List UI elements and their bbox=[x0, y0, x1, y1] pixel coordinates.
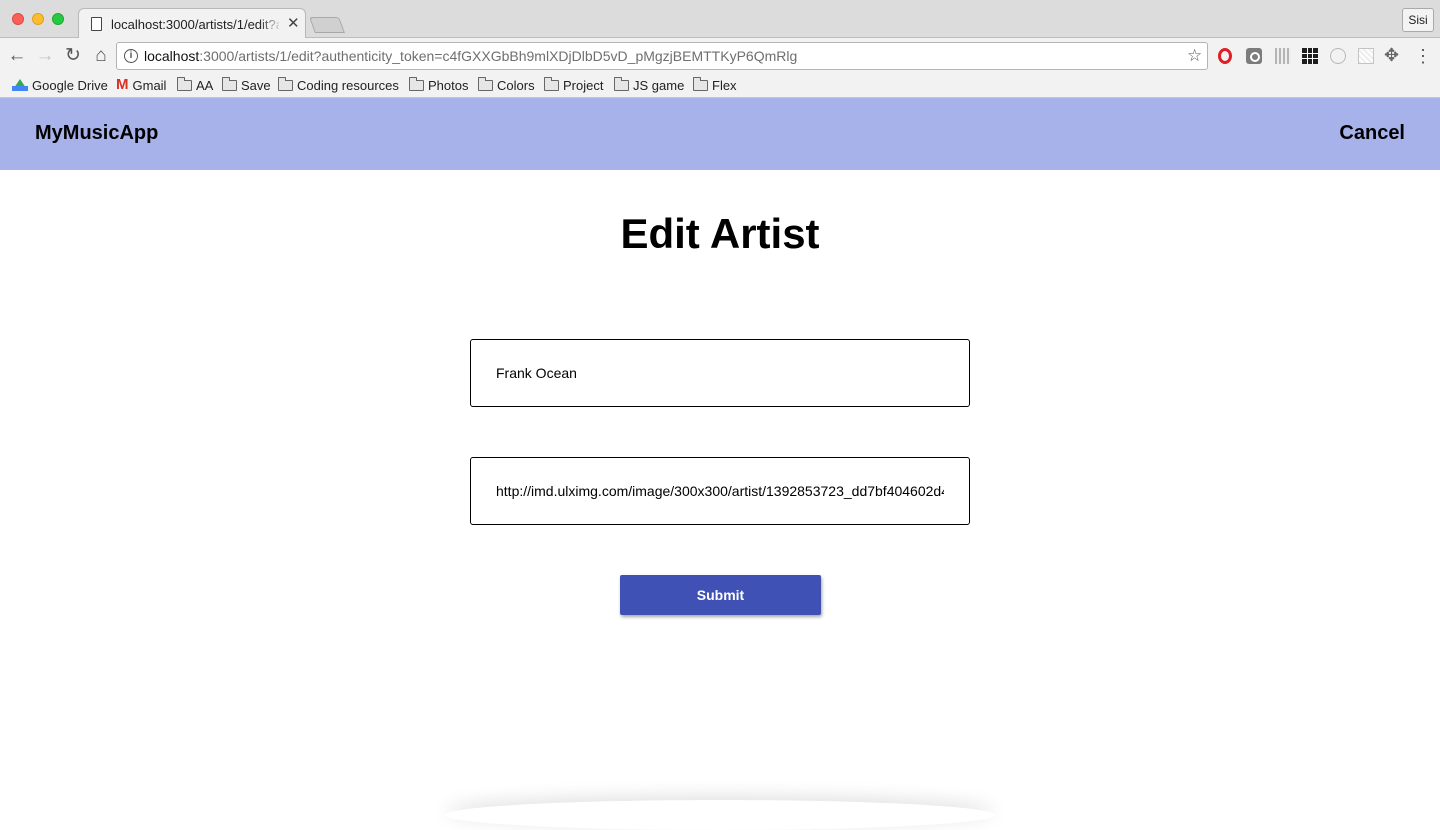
submit-button[interactable]: Submit bbox=[620, 575, 821, 615]
bookmark-flex[interactable]: Flex bbox=[693, 76, 737, 94]
page-title: Edit Artist bbox=[620, 210, 820, 257]
google-drive-icon bbox=[12, 79, 28, 91]
browser-titlebar: localhost:3000/artists/1/edit?authentici… bbox=[0, 0, 1440, 39]
maximize-window-button[interactable] bbox=[52, 13, 64, 25]
bookmark-js-game[interactable]: JS game bbox=[614, 76, 684, 94]
bookmark-save[interactable]: Save bbox=[222, 76, 271, 94]
bookmark-label: Colors bbox=[497, 77, 535, 93]
info-icon[interactable]: i bbox=[124, 49, 138, 63]
pocket-icon[interactable] bbox=[1246, 48, 1262, 64]
gmail-icon: M bbox=[116, 76, 129, 93]
bookmark-star-icon[interactable]: ☆ bbox=[1187, 46, 1202, 66]
minimize-window-button[interactable] bbox=[32, 13, 44, 25]
bottom-shadow bbox=[445, 800, 995, 830]
url-text[interactable]: localhost:3000/artists/1/edit?authentici… bbox=[144, 48, 797, 64]
folder-icon bbox=[614, 76, 629, 91]
move-icon[interactable]: ✥ bbox=[1384, 45, 1400, 65]
app-logo[interactable]: MyMusicApp bbox=[35, 122, 158, 145]
bookmark-label: Flex bbox=[712, 77, 737, 93]
bookmark-photos[interactable]: Photos bbox=[409, 76, 468, 94]
folder-icon bbox=[544, 76, 559, 91]
artist-name-input[interactable] bbox=[470, 339, 970, 407]
bookmark-label: Google Drive bbox=[32, 77, 108, 93]
bookmark-label: Save bbox=[241, 77, 271, 93]
browser-toolbar: ← → ↻ ⌂ i localhost:3000/artists/1/edit?… bbox=[0, 38, 1440, 74]
opera-icon[interactable] bbox=[1218, 48, 1232, 64]
new-tab-button[interactable] bbox=[309, 17, 345, 33]
url-host: localhost bbox=[144, 48, 200, 64]
folder-icon bbox=[222, 76, 237, 91]
reload-icon[interactable]: ↻ bbox=[62, 45, 84, 67]
browser-tab[interactable]: localhost:3000/artists/1/edit?authentici… bbox=[78, 8, 306, 39]
folder-icon bbox=[409, 76, 424, 91]
folder-icon bbox=[693, 76, 708, 91]
bookmark-aa[interactable]: AA bbox=[177, 76, 213, 94]
bookmark-label: Gmail bbox=[132, 77, 167, 93]
url-path: :3000/artists/1/edit?authenticity_token=… bbox=[199, 48, 798, 64]
close-window-button[interactable] bbox=[12, 13, 24, 25]
page-icon bbox=[91, 17, 102, 31]
bookmark-google-drive[interactable]: Google Drive bbox=[12, 76, 108, 94]
bookmark-colors[interactable]: Colors bbox=[478, 76, 535, 94]
bookmark-coding-resources[interactable]: Coding resources bbox=[278, 76, 399, 94]
circle-extension-icon[interactable] bbox=[1330, 48, 1346, 64]
folder-icon bbox=[478, 76, 493, 91]
barcode-icon[interactable] bbox=[1275, 48, 1291, 64]
cancel-link[interactable]: Cancel bbox=[1339, 122, 1405, 145]
profile-button[interactable]: Sisi bbox=[1402, 8, 1434, 32]
folder-icon bbox=[177, 76, 192, 91]
tab-title: localhost:3000/artists/1/edit?authentici… bbox=[111, 17, 279, 32]
bookmark-label: AA bbox=[196, 77, 214, 93]
grid-icon[interactable] bbox=[1302, 48, 1318, 64]
close-tab-icon[interactable]: ✕ bbox=[287, 15, 300, 33]
bookmark-label: JS game bbox=[633, 77, 685, 93]
bookmarks-bar: Google Drive M Gmail AA Save Coding reso… bbox=[0, 74, 1440, 98]
address-bar[interactable]: i localhost:3000/artists/1/edit?authenti… bbox=[116, 42, 1208, 70]
bookmark-label: Coding resources bbox=[297, 77, 399, 93]
artist-image-url-input[interactable] bbox=[470, 457, 970, 525]
tab-title-fade bbox=[259, 13, 283, 35]
folder-icon bbox=[278, 76, 293, 91]
app-header: MyMusicApp Cancel bbox=[0, 98, 1440, 170]
square-extension-icon[interactable] bbox=[1358, 48, 1374, 64]
home-icon[interactable]: ⌂ bbox=[90, 45, 112, 67]
bookmark-label: Project bbox=[563, 77, 604, 93]
bookmark-label: Photos bbox=[428, 77, 469, 93]
bookmark-project[interactable]: Project bbox=[544, 76, 603, 94]
forward-icon[interactable]: → bbox=[34, 45, 56, 67]
back-icon[interactable]: ← bbox=[6, 45, 28, 67]
menu-icon[interactable]: ⋮ bbox=[1414, 45, 1432, 67]
bookmark-gmail[interactable]: M Gmail bbox=[116, 76, 166, 94]
